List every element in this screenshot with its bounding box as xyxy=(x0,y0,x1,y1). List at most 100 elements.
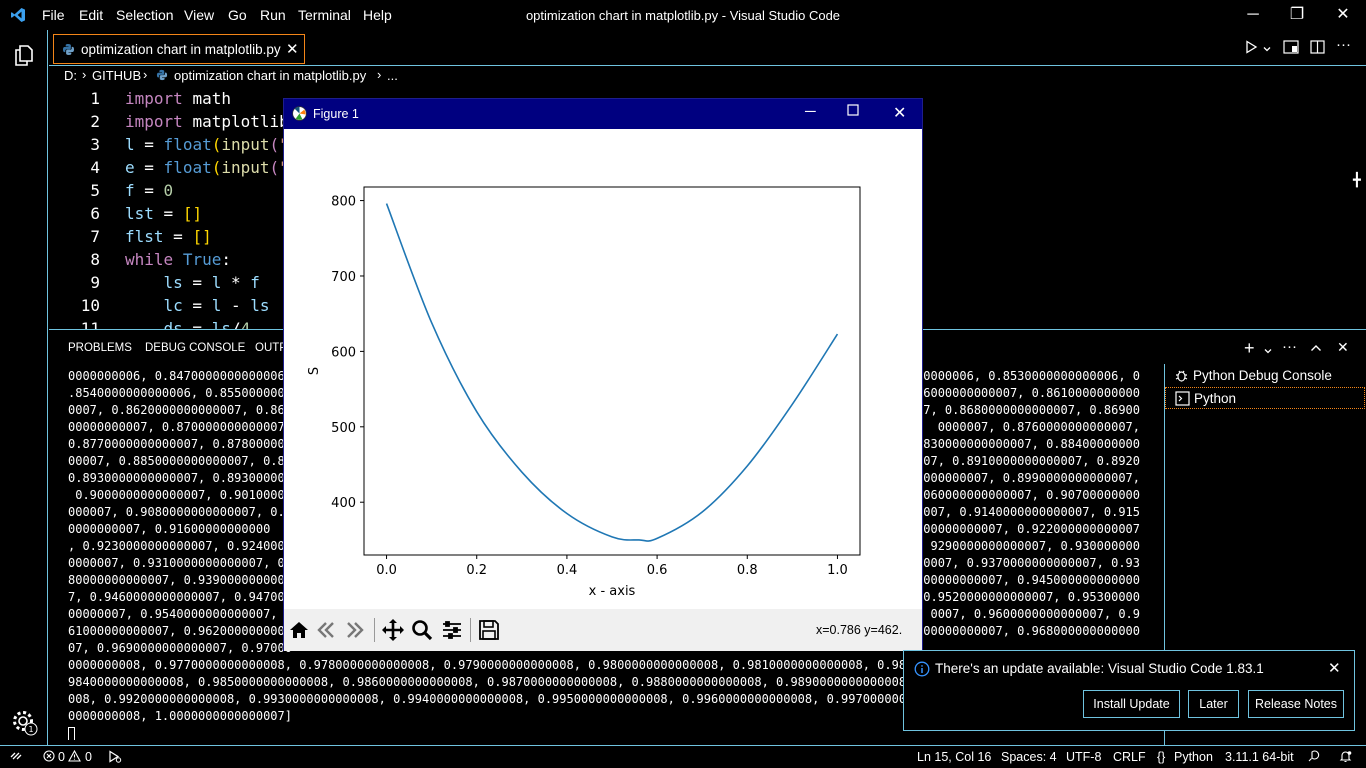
maximize-panel-icon[interactable] xyxy=(1310,341,1322,356)
tab-problems[interactable]: PROBLEMS xyxy=(68,342,132,354)
x-tick-label: 1.0 xyxy=(827,563,848,578)
y-tick-label: 500 xyxy=(331,421,356,436)
back-arrow-icon[interactable] xyxy=(316,621,338,642)
figure-title-bar[interactable]: Figure 1 ─ ✕ xyxy=(284,99,922,129)
terminal-line: 0000007, 0.8760000000000007, xyxy=(937,420,1140,434)
terminal-line: 0000000007, 0.8990000000000007, xyxy=(916,471,1140,485)
zoom-magnifier-icon[interactable] xyxy=(411,619,433,644)
remote-icon[interactable] xyxy=(10,750,22,765)
later-button[interactable]: Later xyxy=(1188,690,1239,718)
vscode-logo-icon xyxy=(10,7,26,26)
y-tick-label: 800 xyxy=(331,195,356,210)
breadcrumb-folder[interactable]: GITHUB xyxy=(92,68,141,83)
x-tick-label: 0.6 xyxy=(647,563,668,578)
chevron-down-icon[interactable] xyxy=(1263,344,1273,359)
menu-file[interactable]: File xyxy=(42,7,65,23)
indentation[interactable]: Spaces: 4 xyxy=(1001,750,1057,764)
line-number: 9 xyxy=(90,273,100,292)
debug-run-icon[interactable] xyxy=(107,750,122,766)
terminal-icon xyxy=(1175,391,1190,413)
menu-selection[interactable]: Selection xyxy=(116,7,174,23)
y-axis-label: S xyxy=(307,367,322,375)
end-of-line[interactable]: CRLF xyxy=(1113,750,1146,764)
tab-close-icon[interactable]: ✕ xyxy=(286,40,299,58)
editor-tab[interactable]: optimization chart in matplotlib.py ✕ xyxy=(53,34,305,64)
run-python-icon[interactable] xyxy=(1244,40,1258,57)
save-floppy-icon[interactable] xyxy=(478,619,500,644)
install-update-button[interactable]: Install Update xyxy=(1083,690,1180,718)
terminal-line: 0000000008, 1.0000000000000007] xyxy=(68,709,292,723)
breadcrumb-symbol[interactable]: ... xyxy=(387,68,398,83)
sash-handle[interactable]: ╋ xyxy=(1353,172,1361,188)
matplotlib-figure-window[interactable]: Figure 1 ─ ✕ 0.0 0.2 0.4 0.6 0.8 1.0 400 500 600… xyxy=(283,98,923,651)
menu-go[interactable]: Go xyxy=(228,7,247,23)
release-notes-button[interactable]: Release Notes xyxy=(1248,690,1344,718)
explorer-icon[interactable] xyxy=(12,43,36,70)
figure-maximize-button[interactable] xyxy=(847,104,859,119)
svg-text:1: 1 xyxy=(28,725,33,734)
figure-toolbar: x=0.786 y=462. xyxy=(284,609,922,651)
terminal-line: 80000000000007, 0.9390000000000 xyxy=(68,573,292,587)
close-window-button[interactable]: ✕ xyxy=(1328,4,1358,26)
menu-run[interactable]: Run xyxy=(260,7,286,23)
terminal-line: .8540000000000006, 0.855000000 xyxy=(68,386,285,400)
python-interpreter[interactable]: 3.11.1 64-bit xyxy=(1225,750,1294,764)
chevron-down-icon[interactable] xyxy=(1262,42,1272,57)
code-line: while True: xyxy=(125,250,231,269)
terminal-line: 0000000008, 0.9770000000000008, 0.978000… xyxy=(68,658,943,672)
maximize-button[interactable]: ❐ xyxy=(1282,4,1312,26)
forward-arrow-icon[interactable] xyxy=(343,621,365,642)
code-line: f = 0 xyxy=(125,181,174,200)
cursor-position[interactable]: Ln 15, Col 16 xyxy=(917,750,991,764)
terminal-line: 0000006, 0.8530000000000006, 0 xyxy=(923,369,1140,383)
x-tick-label: 0.0 xyxy=(376,563,397,578)
plot-canvas[interactable]: 0.0 0.2 0.4 0.6 0.8 1.0 400 500 600 700 800 x - ax… xyxy=(284,129,922,609)
terminal-line: 00007, 0.8850000000000007, 0.88 xyxy=(68,454,292,468)
encoding[interactable]: UTF-8 xyxy=(1066,750,1101,764)
figure-minimize-button[interactable]: ─ xyxy=(805,103,816,120)
info-icon xyxy=(914,661,930,680)
terminal-line: 07, 0.9690000000000007, 0.97000 xyxy=(68,641,292,655)
minimize-button[interactable]: ─ xyxy=(1238,4,1268,26)
title-bar: File Edit Selection View Go Run Terminal… xyxy=(0,0,1366,30)
split-editor-icon[interactable] xyxy=(1310,40,1325,57)
code-line: e = float(input(" xyxy=(125,158,289,177)
notifications-bell-icon[interactable] xyxy=(1339,750,1352,766)
python-file-icon xyxy=(62,43,75,59)
terminal-line: , 0.9230000000000007, 0.924000 xyxy=(68,539,285,553)
settings-gear-icon[interactable]: 1 xyxy=(11,709,39,740)
notification-message: There's an update available: Visual Stud… xyxy=(935,661,1264,676)
terminal-list-item-active[interactable]: Python xyxy=(1165,387,1365,409)
y-tick-label: 700 xyxy=(331,270,356,285)
notification-close-icon[interactable]: ✕ xyxy=(1328,659,1341,677)
pan-icon[interactable] xyxy=(381,618,405,645)
open-changes-icon[interactable] xyxy=(1283,40,1299,57)
configure-subplots-icon[interactable] xyxy=(441,619,463,644)
home-icon[interactable] xyxy=(288,619,310,644)
warning-count[interactable]: 0 xyxy=(85,750,92,764)
close-panel-icon[interactable]: ✕ xyxy=(1337,339,1349,356)
feedback-icon[interactable] xyxy=(1307,750,1320,766)
terminal-name: Python xyxy=(1194,391,1237,406)
terminal-line: 0.9000000000000007, 0.90100000 xyxy=(68,488,292,502)
terminal-line: 9290000000000007, 0.930000000 xyxy=(930,539,1140,553)
language-mode[interactable]: Python xyxy=(1174,750,1213,764)
y-tick-label: 600 xyxy=(331,345,356,360)
more-actions-icon[interactable]: ··· xyxy=(1282,338,1297,355)
new-terminal-icon[interactable]: + xyxy=(1244,338,1255,359)
figure-close-button[interactable]: ✕ xyxy=(893,103,906,123)
line-number: 10 xyxy=(80,296,100,315)
error-count[interactable]: 0 xyxy=(58,750,65,764)
more-actions-icon[interactable]: ··· xyxy=(1336,36,1351,53)
terminal-list-item[interactable]: Python Debug Console xyxy=(1165,365,1365,387)
menu-help[interactable]: Help xyxy=(363,7,392,23)
line-number: 8 xyxy=(90,250,100,269)
menu-view[interactable]: View xyxy=(184,7,214,23)
menu-terminal[interactable]: Terminal xyxy=(298,7,351,23)
breadcrumb-file[interactable]: optimization chart in matplotlib.py xyxy=(174,68,366,83)
y-tick-label: 400 xyxy=(331,496,356,511)
menu-edit[interactable]: Edit xyxy=(79,7,103,23)
terminal-line: 9840000000000008, 0.9850000000000008, 0.… xyxy=(68,675,928,689)
breadcrumb-drive[interactable]: D: xyxy=(64,68,77,83)
tab-debug-console[interactable]: DEBUG CONSOLE xyxy=(145,342,245,354)
